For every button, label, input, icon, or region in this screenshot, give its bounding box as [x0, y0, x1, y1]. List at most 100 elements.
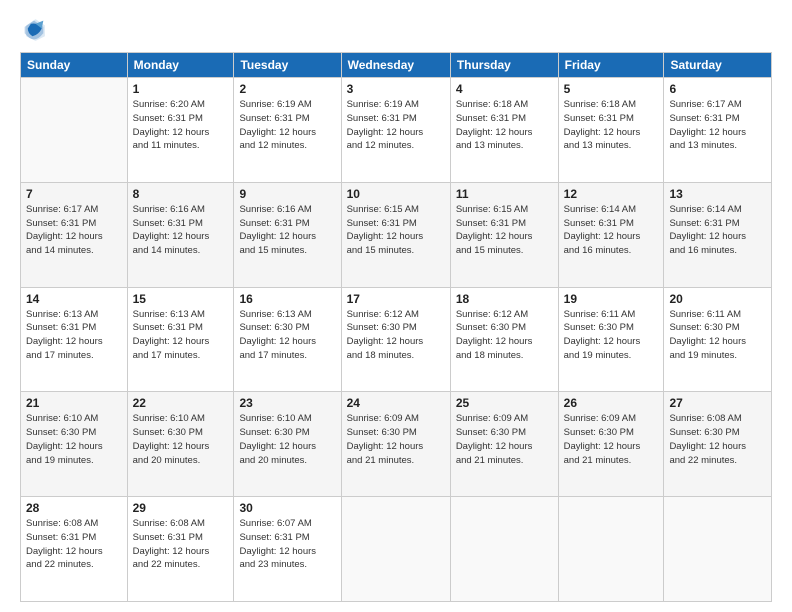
day-number: 16 — [239, 292, 335, 306]
day-cell: 4 Sunrise: 6:18 AMSunset: 6:31 PMDaylight… — [450, 78, 558, 183]
logo — [20, 16, 52, 44]
day-cell: 6Sunrise: 6:17 AMSunset: 6:31 PMDaylight… — [664, 78, 772, 183]
col-header-saturday: Saturday — [664, 53, 772, 78]
day-number: 26 — [564, 396, 659, 410]
day-number: 1 — [133, 82, 229, 96]
day-cell: 11 Sunrise: 6:15 AMSunset: 6:31 PMDayligh… — [450, 182, 558, 287]
day-number: 11 — [456, 187, 553, 201]
day-cell: 13 Sunrise: 6:14 AMSunset: 6:31 PMDayligh… — [664, 182, 772, 287]
day-cell: 12Sunrise: 6:14 AMSunset: 6:31 PMDayligh… — [558, 182, 664, 287]
day-number: 21 — [26, 396, 122, 410]
day-info: Sunrise: 6:12 AMSunset: 6:30 PMDaylight:… — [456, 308, 553, 363]
day-number: 7 — [26, 187, 122, 201]
day-number: 3 — [347, 82, 445, 96]
week-row-3: 14 Sunrise: 6:13 AMSunset: 6:31 PMDayligh… — [21, 287, 772, 392]
day-info: Sunrise: 6:11 AMSunset: 6:30 PMDaylight:… — [669, 308, 766, 363]
day-cell: 30Sunrise: 6:07 AMSunset: 6:31 PMDayligh… — [234, 497, 341, 602]
day-cell: 29 Sunrise: 6:08 AMSunset: 6:31 PMDayligh… — [127, 497, 234, 602]
day-info: Sunrise: 6:08 AMSunset: 6:31 PMDaylight:… — [133, 517, 229, 572]
day-cell — [664, 497, 772, 602]
day-number: 25 — [456, 396, 553, 410]
calendar-header-row: SundayMondayTuesdayWednesdayThursdayFrid… — [21, 53, 772, 78]
calendar-body: 1 Sunrise: 6:20 AMSunset: 6:31 PMDaylight… — [21, 78, 772, 602]
day-info: Sunrise: 6:12 AMSunset: 6:30 PMDaylight:… — [347, 308, 445, 363]
day-cell: 10 Sunrise: 6:15 AMSunset: 6:31 PMDayligh… — [341, 182, 450, 287]
day-number: 6 — [669, 82, 766, 96]
day-cell: 1 Sunrise: 6:20 AMSunset: 6:31 PMDaylight… — [127, 78, 234, 183]
day-number: 14 — [26, 292, 122, 306]
day-number: 2 — [239, 82, 335, 96]
day-cell — [450, 497, 558, 602]
day-number: 28 — [26, 501, 122, 515]
page: SundayMondayTuesdayWednesdayThursdayFrid… — [0, 0, 792, 612]
day-info: Sunrise: 6:16 AMSunset: 6:31 PMDaylight:… — [133, 203, 229, 258]
calendar: SundayMondayTuesdayWednesdayThursdayFrid… — [20, 52, 772, 602]
day-cell: 27 Sunrise: 6:08 AMSunset: 6:30 PMDayligh… — [664, 392, 772, 497]
day-cell: 19Sunrise: 6:11 AMSunset: 6:30 PMDayligh… — [558, 287, 664, 392]
day-info: Sunrise: 6:10 AMSunset: 6:30 PMDaylight:… — [133, 412, 229, 467]
day-info: Sunrise: 6:19 AMSunset: 6:31 PMDaylight:… — [239, 98, 335, 153]
day-number: 24 — [347, 396, 445, 410]
day-cell: 23Sunrise: 6:10 AMSunset: 6:30 PMDayligh… — [234, 392, 341, 497]
day-cell: 7 Sunrise: 6:17 AMSunset: 6:31 PMDaylight… — [21, 182, 128, 287]
day-cell: 26 Sunrise: 6:09 AMSunset: 6:30 PMDayligh… — [558, 392, 664, 497]
day-cell: 18 Sunrise: 6:12 AMSunset: 6:30 PMDayligh… — [450, 287, 558, 392]
header — [20, 16, 772, 44]
day-number: 10 — [347, 187, 445, 201]
day-cell: 24 Sunrise: 6:09 AMSunset: 6:30 PMDayligh… — [341, 392, 450, 497]
day-info: Sunrise: 6:11 AMSunset: 6:30 PMDaylight:… — [564, 308, 659, 363]
day-cell: 21Sunrise: 6:10 AMSunset: 6:30 PMDayligh… — [21, 392, 128, 497]
day-cell: 14 Sunrise: 6:13 AMSunset: 6:31 PMDayligh… — [21, 287, 128, 392]
col-header-wednesday: Wednesday — [341, 53, 450, 78]
col-header-sunday: Sunday — [21, 53, 128, 78]
week-row-5: 28 Sunrise: 6:08 AMSunset: 6:31 PMDayligh… — [21, 497, 772, 602]
day-number: 20 — [669, 292, 766, 306]
day-info: Sunrise: 6:13 AMSunset: 6:31 PMDaylight:… — [133, 308, 229, 363]
day-info: Sunrise: 6:20 AMSunset: 6:31 PMDaylight:… — [133, 98, 229, 153]
day-cell: 2 Sunrise: 6:19 AMSunset: 6:31 PMDaylight… — [234, 78, 341, 183]
day-number: 13 — [669, 187, 766, 201]
day-cell: 17Sunrise: 6:12 AMSunset: 6:30 PMDayligh… — [341, 287, 450, 392]
day-cell: 8 Sunrise: 6:16 AMSunset: 6:31 PMDaylight… — [127, 182, 234, 287]
day-number: 8 — [133, 187, 229, 201]
day-info: Sunrise: 6:17 AMSunset: 6:31 PMDaylight:… — [26, 203, 122, 258]
week-row-4: 21 Sunrise: 6:10 AMSunset: 6:30 PMDayligh… — [21, 392, 772, 497]
day-number: 22 — [133, 396, 229, 410]
day-number: 5 — [564, 82, 659, 96]
day-cell: 9 Sunrise: 6:16 AMSunset: 6:31 PMDaylight… — [234, 182, 341, 287]
day-cell: 16 Sunrise: 6:13 AMSunset: 6:30 PMDayligh… — [234, 287, 341, 392]
day-cell: 28 Sunrise: 6:08 AMSunset: 6:31 PMDayligh… — [21, 497, 128, 602]
day-info: Sunrise: 6:09 AMSunset: 6:30 PMDaylight:… — [564, 412, 659, 467]
day-cell: 22 Sunrise: 6:10 AMSunset: 6:30 PMDayligh… — [127, 392, 234, 497]
day-number: 15 — [133, 292, 229, 306]
day-info: Sunrise: 6:08 AMSunset: 6:31 PMDaylight:… — [26, 517, 122, 572]
day-info: Sunrise: 6:13 AMSunset: 6:31 PMDaylight:… — [26, 308, 122, 363]
day-number: 9 — [239, 187, 335, 201]
day-number: 18 — [456, 292, 553, 306]
day-cell — [558, 497, 664, 602]
day-cell: 20 Sunrise: 6:11 AMSunset: 6:30 PMDayligh… — [664, 287, 772, 392]
col-header-monday: Monday — [127, 53, 234, 78]
day-info: Sunrise: 6:13 AMSunset: 6:30 PMDaylight:… — [239, 308, 335, 363]
day-info: Sunrise: 6:18 AMSunset: 6:31 PMDaylight:… — [564, 98, 659, 153]
day-number: 29 — [133, 501, 229, 515]
day-cell: 3 Sunrise: 6:19 AMSunset: 6:31 PMDaylight… — [341, 78, 450, 183]
day-cell — [341, 497, 450, 602]
day-number: 27 — [669, 396, 766, 410]
day-info: Sunrise: 6:08 AMSunset: 6:30 PMDaylight:… — [669, 412, 766, 467]
day-cell — [21, 78, 128, 183]
day-info: Sunrise: 6:07 AMSunset: 6:31 PMDaylight:… — [239, 517, 335, 572]
day-info: Sunrise: 6:14 AMSunset: 6:31 PMDaylight:… — [669, 203, 766, 258]
day-info: Sunrise: 6:15 AMSunset: 6:31 PMDaylight:… — [456, 203, 553, 258]
day-info: Sunrise: 6:16 AMSunset: 6:31 PMDaylight:… — [239, 203, 335, 258]
day-info: Sunrise: 6:09 AMSunset: 6:30 PMDaylight:… — [347, 412, 445, 467]
day-info: Sunrise: 6:10 AMSunset: 6:30 PMDaylight:… — [239, 412, 335, 467]
logo-icon — [20, 16, 48, 44]
day-number: 12 — [564, 187, 659, 201]
week-row-1: 1 Sunrise: 6:20 AMSunset: 6:31 PMDaylight… — [21, 78, 772, 183]
day-number: 4 — [456, 82, 553, 96]
day-info: Sunrise: 6:18 AMSunset: 6:31 PMDaylight:… — [456, 98, 553, 153]
day-info: Sunrise: 6:15 AMSunset: 6:31 PMDaylight:… — [347, 203, 445, 258]
day-cell: 15 Sunrise: 6:13 AMSunset: 6:31 PMDayligh… — [127, 287, 234, 392]
day-info: Sunrise: 6:19 AMSunset: 6:31 PMDaylight:… — [347, 98, 445, 153]
